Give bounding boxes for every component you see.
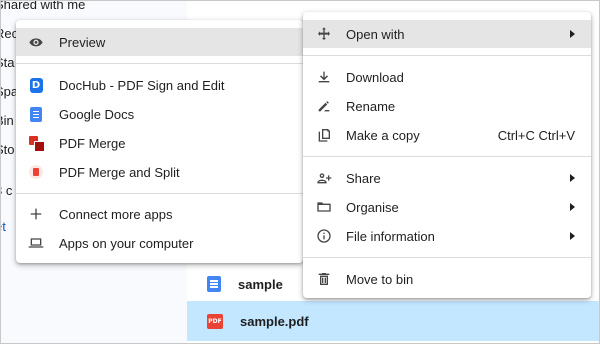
get-more-storage-link[interactable]: et [1,219,6,234]
share-menu-item[interactable]: Share [303,164,591,192]
preview-menu-item[interactable]: Preview [16,28,303,56]
file-information-menu-item[interactable]: File information [303,222,591,250]
make-a-copy-menu-item[interactable]: Make a copy Ctrl+C Ctrl+V [303,121,591,149]
rename-menu-item[interactable]: Rename [303,92,591,120]
keyboard-shortcut: Ctrl+C Ctrl+V [497,127,575,143]
menu-divider [303,55,591,56]
storage-usage-text: 3 c [1,183,13,198]
app-item-google-docs[interactable]: Google Docs [16,100,303,128]
app-window: Shared with me Rec Sta Spa Bin Sto 3 c e… [0,0,600,344]
menu-divider [16,63,303,64]
file-context-menu: Open with Download Rename Make a copy Ct… [303,12,591,298]
apps-on-your-computer-item[interactable]: Apps on your computer [16,229,303,257]
connect-more-apps-item[interactable]: Connect more apps [16,200,303,228]
info-icon [316,228,332,244]
google-docs-file-icon [207,276,221,292]
folder-icon [316,199,332,215]
pencil-icon [316,98,332,114]
pdf-file-icon: PDF [207,313,223,329]
laptop-icon [28,235,44,251]
menu-divider [303,156,591,157]
chevron-right-icon [570,30,575,38]
chevron-right-icon [570,174,575,182]
menu-divider [16,193,303,194]
pdf-merge-icon [28,135,45,152]
nav-item-storage[interactable]: Sto [1,142,15,157]
nav-item-starred[interactable]: Sta [1,55,15,70]
nav-item-bin[interactable]: Bin [1,113,14,128]
dochub-icon: D [28,77,44,93]
chevron-right-icon [570,232,575,240]
file-row-selected[interactable]: PDF sample.pdf [187,301,599,341]
move-to-bin-menu-item[interactable]: Move to bin [303,265,591,293]
nav-item-shared-with-me[interactable]: Shared with me [1,1,85,12]
menu-divider [303,257,591,258]
app-item-pdf-merge[interactable]: PDF Merge [16,129,303,157]
download-menu-item[interactable]: Download [303,63,591,91]
copy-icon [316,127,332,143]
google-docs-icon [28,106,44,122]
download-icon [316,69,332,85]
chevron-right-icon [570,203,575,211]
file-name: sample.pdf [240,313,309,329]
move-arrows-icon [316,26,332,42]
open-with-submenu: Preview D DocHub - PDF Sign and Edit Goo… [16,20,303,263]
file-name: sample [238,276,283,292]
open-with-menu-item[interactable]: Open with [303,20,591,48]
organise-menu-item[interactable]: Organise [303,193,591,221]
pdf-merge-split-icon [28,164,44,180]
app-item-pdf-merge-and-split[interactable]: PDF Merge and Split [16,158,303,186]
eye-icon [28,34,44,50]
trash-icon [316,271,332,287]
app-item-dochub[interactable]: D DocHub - PDF Sign and Edit [16,71,303,99]
plus-icon [28,206,44,222]
person-add-icon [316,170,332,186]
